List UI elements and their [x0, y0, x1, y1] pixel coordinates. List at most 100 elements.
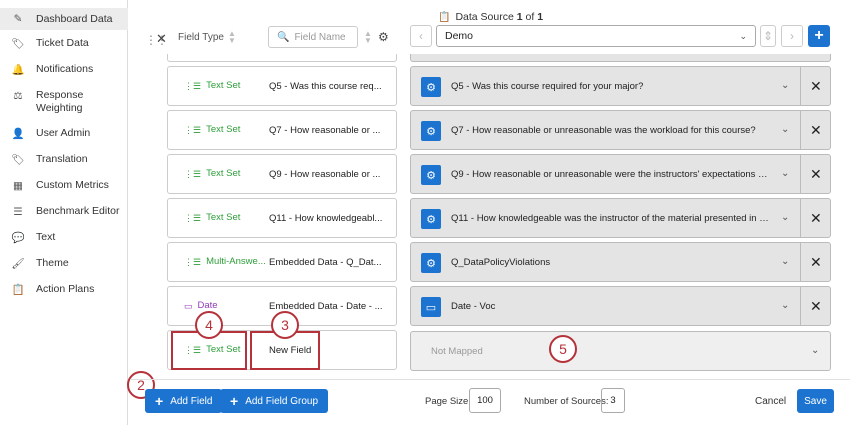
mapping-card[interactable]: ⚙ Q5 - Was this course required for your… [410, 66, 831, 106]
mapped-question: Q7 - How reasonable or unreasonable was … [451, 125, 756, 136]
plus-icon: + [155, 393, 164, 409]
data-source-value: Demo [445, 30, 474, 42]
mapped-question: Q5 - Was this course required for your m… [451, 81, 644, 92]
field-card[interactable]: ⋮☰ Text Set Q5 - Was this course req... [167, 66, 397, 106]
divider [800, 67, 801, 105]
field-card[interactable]: ⋮☰ Text Set Q9 - How reasonable or ... [167, 154, 397, 194]
field-type-chip[interactable]: ⋮☰ Multi-Answe... [184, 256, 266, 267]
divider [800, 243, 801, 281]
gears-icon[interactable]: ⚙ [378, 30, 389, 44]
mapping-card-unmapped[interactable]: Not Mapped ⌄ [410, 331, 831, 371]
gear-icon[interactable]: ⚙ [421, 165, 441, 185]
calendar-icon[interactable]: ▭ [421, 297, 441, 317]
mapping-card-partial [410, 54, 831, 62]
prev-source-button[interactable]: ‹ [410, 25, 432, 47]
remove-mapping-icon[interactable]: ✕ [810, 122, 822, 139]
bell-icon: 🔔 [11, 63, 25, 76]
page-size-input[interactable]: 100 [469, 388, 501, 413]
multi-answer-icon: ⋮☰ [184, 256, 202, 267]
field-name[interactable]: Q9 - How reasonable or ... [269, 169, 380, 180]
gear-icon[interactable]: ⚙ [421, 121, 441, 141]
mapping-card[interactable]: ▭ Date - Voc ⌄ ✕ [410, 286, 831, 326]
tag-icon: 🏷 [11, 153, 25, 166]
mapping-card[interactable]: ⚙ Q9 - How reasonable or unreasonable we… [410, 154, 831, 194]
sidebar-item-text[interactable]: 💬 Text [10, 231, 128, 245]
save-button[interactable]: Save [797, 389, 834, 413]
sidebar-item-response-weighting[interactable]: ⚖ Response Weighting [10, 89, 128, 115]
mapping-card[interactable]: ⚙ Q7 - How reasonable or unreasonable wa… [410, 110, 831, 150]
gear-icon[interactable]: ⚙ [421, 77, 441, 97]
data-source-of: of [522, 11, 538, 23]
add-source-button[interactable]: + [808, 25, 830, 47]
field-type-label: Text Set [206, 124, 241, 135]
field-type-chip[interactable]: ⋮☰ Text Set [184, 168, 240, 179]
sidebar-item-dashboard-data[interactable]: ✎ Dashboard Data [0, 8, 128, 30]
field-type-chip[interactable]: ⋮☰ Text Set [184, 212, 240, 223]
number-of-sources-input[interactable]: 3 [601, 388, 625, 413]
data-source-select[interactable]: Demo ⌄ [436, 25, 756, 47]
field-card[interactable]: ⋮☰ Text Set Q7 - How reasonable or ... [167, 110, 397, 150]
sidebar-item-ticket-data[interactable]: 🏷 Ticket Data [10, 37, 128, 51]
sidebar-item-notifications[interactable]: 🔔 Notifications [10, 63, 128, 77]
field-name[interactable]: Q11 - How knowledgeabl... [269, 213, 382, 224]
sidebar-item-user-admin[interactable]: 👤 User Admin [10, 127, 128, 141]
search-icon: 🔍 [277, 31, 290, 43]
paint-icon: 🖌 [11, 257, 25, 270]
plus-icon: + [230, 393, 239, 409]
add-field-group-button[interactable]: + Add Field Group [220, 389, 329, 413]
chevron-down-icon[interactable]: ⌄ [781, 80, 789, 91]
chevron-down-icon[interactable]: ⌄ [781, 300, 789, 311]
field-name[interactable]: Embedded Data - Q_Dat... [269, 257, 381, 268]
sort-icon[interactable]: ▲ ▼ [364, 30, 372, 45]
field-name-search[interactable]: 🔍 Field Name [268, 26, 358, 48]
remove-mapping-icon[interactable]: ✕ [810, 166, 822, 183]
remove-mapping-icon[interactable]: ✕ [810, 210, 822, 227]
gear-icon[interactable]: ⚙ [421, 253, 441, 273]
sidebar-item-label: Custom Metrics [36, 179, 109, 191]
text-set-icon: ⋮☰ [184, 212, 202, 223]
sidebar-item-label: Benchmark Editor [36, 205, 120, 217]
gear-icon[interactable]: ⚙ [421, 209, 441, 229]
remove-mapping-icon[interactable]: ✕ [810, 254, 822, 271]
remove-mapping-icon[interactable]: ✕ [810, 298, 822, 315]
next-source-button[interactable]: › [781, 25, 803, 47]
edit-icon: ✎ [13, 12, 23, 25]
sidebar-item-action-plans[interactable]: 📋 Action Plans [10, 283, 128, 297]
sidebar-item-translation[interactable]: 🏷 Translation [10, 153, 128, 167]
field-type-chip[interactable]: ⋮☰ Text Set [184, 80, 240, 91]
sidebar-item-label: Theme [36, 257, 69, 269]
field-type-header[interactable]: Field Type [178, 32, 224, 43]
data-source-title: 📋 Data Source 1 of 1 [438, 11, 543, 23]
mapping-card[interactable]: ⚙ Q_DataPolicyViolations ⌄ ✕ [410, 242, 831, 282]
remove-mapping-icon[interactable]: ✕ [810, 78, 822, 95]
source-stepper[interactable]: ⇕ [760, 25, 776, 47]
field-name[interactable]: Q5 - Was this course req... [269, 81, 382, 92]
sidebar-item-label: Ticket Data [36, 37, 89, 49]
field-type-chip[interactable]: ▭ Date [184, 300, 218, 311]
sidebar-item-benchmark-editor[interactable]: ☰ Benchmark Editor [10, 205, 128, 219]
field-type-label: Date [197, 300, 218, 311]
field-name[interactable]: Q7 - How reasonable or ... [269, 125, 380, 136]
user-icon: 👤 [11, 127, 25, 140]
field-type-chip[interactable]: ⋮☰ Text Set [184, 124, 240, 135]
chevron-down-icon[interactable]: ⌄ [781, 124, 789, 135]
sidebar-item-theme[interactable]: 🖌 Theme [10, 257, 128, 271]
sidebar: ✎ Dashboard Data 🏷 Ticket Data 🔔 Notific… [0, 0, 128, 425]
chevron-down-icon[interactable]: ⌄ [781, 212, 789, 223]
sidebar-item-custom-metrics[interactable]: ▦ Custom Metrics [10, 179, 128, 193]
cancel-button[interactable]: Cancel [755, 396, 786, 407]
add-field-button[interactable]: + Add Field [145, 389, 223, 413]
chevron-down-icon[interactable]: ⌄ [781, 256, 789, 267]
field-type-label: Text Set [206, 168, 241, 179]
close-icon[interactable]: ✕ [156, 31, 167, 47]
field-card[interactable]: ⋮☰ Text Set Q11 - How knowledgeabl... [167, 198, 397, 238]
divider [800, 155, 801, 193]
chevron-down-icon[interactable]: ⌄ [781, 168, 789, 179]
tag-icon: 🏷 [11, 37, 25, 50]
mapping-card[interactable]: ⚙ Q11 - How knowledgeable was the instru… [410, 198, 831, 238]
sidebar-item-label: Notifications [36, 63, 94, 75]
sort-icon[interactable]: ▲ ▼ [228, 30, 236, 45]
clipboard-icon: 📋 [438, 12, 451, 23]
field-card[interactable]: ⋮☰ Multi-Answe... Embedded Data - Q_Dat..… [167, 242, 397, 282]
chevron-down-icon[interactable]: ⌄ [811, 345, 819, 356]
